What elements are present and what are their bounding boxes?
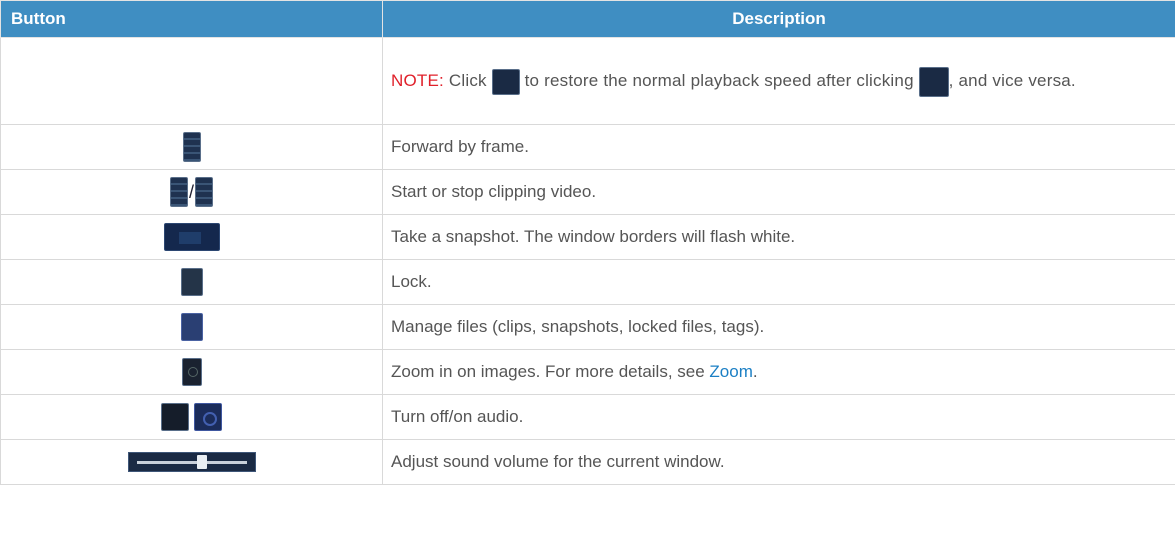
clip-start-icon[interactable]: [169, 177, 188, 207]
volume-slider[interactable]: [127, 452, 256, 473]
table-row: Lock.: [0, 259, 1175, 305]
description-cell: Lock.: [382, 259, 1175, 305]
button-cell: [0, 214, 383, 260]
description-cell: Turn off/on audio.: [382, 394, 1175, 440]
volume-track: [136, 461, 247, 465]
button-cell-empty: [0, 37, 383, 125]
description-cell: Adjust sound volume for the current wind…: [382, 439, 1175, 485]
audio-off-icon[interactable]: [161, 403, 190, 431]
audio-on-icon[interactable]: [193, 403, 222, 431]
manage-files-icon[interactable]: [180, 313, 203, 341]
clip-stop-icon[interactable]: [195, 177, 213, 207]
button-description-table: Button Description NOTE: Click to restor…: [0, 0, 1175, 485]
header-description: Description: [382, 0, 1175, 38]
description-cell: NOTE: Click to restore the normal playba…: [382, 37, 1175, 125]
restore-speed-icon: [491, 68, 520, 95]
header-button: Button: [0, 0, 383, 38]
table-row: / Start or stop clipping video.: [0, 169, 1175, 215]
table-row: Take a snapshot. The window borders will…: [0, 214, 1175, 260]
note-text-2: to restore the normal playback speed aft…: [524, 71, 914, 90]
zoom-link[interactable]: Zoom: [709, 362, 752, 381]
change-speed-icon: [918, 66, 949, 97]
table-row: Manage files (clips, snapshots, locked f…: [0, 304, 1175, 350]
table-row: Turn off/on audio.: [0, 394, 1175, 440]
snapshot-icon[interactable]: [163, 223, 220, 251]
zoom-text: Zoom in on images. For more details, see: [391, 362, 710, 381]
note-text-3: , and vice versa.: [948, 71, 1076, 90]
description-cell: Forward by frame.: [382, 124, 1175, 170]
description-cell: Take a snapshot. The window borders will…: [382, 214, 1175, 260]
button-cell: [0, 349, 383, 395]
table-row: Forward by frame.: [0, 124, 1175, 170]
button-cell: [0, 124, 383, 170]
forward-frame-icon[interactable]: [182, 132, 201, 162]
note-text-1: Click: [448, 71, 487, 90]
note-label: NOTE:: [391, 71, 444, 90]
description-cell: Start or stop clipping video.: [382, 169, 1175, 215]
button-cell: [0, 259, 383, 305]
zoom-text-end: .: [752, 362, 758, 381]
table-row: NOTE: Click to restore the normal playba…: [0, 37, 1175, 125]
lock-icon[interactable]: [180, 268, 203, 296]
note-paragraph: NOTE: Click to restore the normal playba…: [391, 62, 1163, 100]
table-row: Adjust sound volume for the current wind…: [0, 439, 1175, 485]
zoom-icon[interactable]: [181, 358, 202, 386]
volume-knob[interactable]: [196, 455, 207, 470]
button-cell: [0, 304, 383, 350]
description-cell: Zoom in on images. For more details, see…: [382, 349, 1175, 395]
icon-separator: /: [188, 181, 194, 202]
description-cell: Manage files (clips, snapshots, locked f…: [382, 304, 1175, 350]
button-cell: [0, 439, 383, 485]
table-header-row: Button Description: [0, 0, 1175, 38]
button-cell: [0, 394, 383, 440]
button-cell: /: [0, 169, 383, 215]
table-row: Zoom in on images. For more details, see…: [0, 349, 1175, 395]
